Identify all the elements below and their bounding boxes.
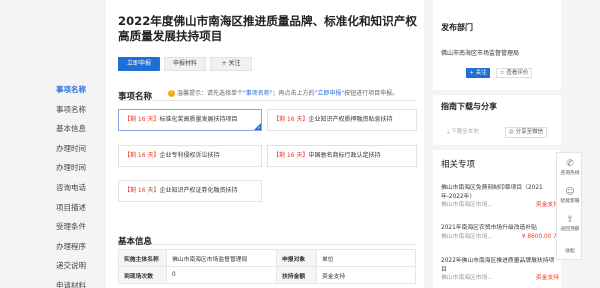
item-days-left: 【剩 16 天】 — [273, 116, 309, 123]
info-value: 0 — [166, 266, 277, 284]
back-to-top-button[interactable]: ⇧ 返回顶部 — [557, 215, 583, 232]
related-dept: 佛山市南海区市场... — [441, 275, 493, 281]
item-title: 企业知识产权质押融资贴息扶持 — [308, 116, 393, 123]
share-label: 分享至微信 — [515, 129, 544, 135]
basic-info-header: 基本信息 — [118, 229, 416, 247]
nav-item-materials[interactable]: 申请材料 — [56, 276, 102, 288]
dept-heading: 发布部门 — [441, 23, 473, 32]
collapse-label: 收起 — [565, 249, 575, 254]
related-dept: 佛山市南海区市场... — [441, 202, 493, 208]
view-evaluation-button[interactable]: ☆ 查看评价 — [496, 68, 532, 78]
related-heading: 相关专项 — [441, 160, 476, 170]
nav-item-project-desc[interactable]: 项目描述 — [56, 198, 102, 218]
share-wechat-button[interactable]: ◎ 分享至微信 — [505, 127, 548, 138]
consult-label: 咨询热线 — [560, 171, 580, 176]
nav-item-basic-info[interactable]: 基本信息 — [56, 119, 102, 139]
ai-label: 智能客服 — [560, 199, 580, 204]
top-label: 返回顶部 — [560, 227, 580, 232]
nav-item-conditions[interactable]: 受理条件 — [56, 217, 102, 237]
info-key: 扶持金额 — [276, 266, 317, 284]
nav-item-handle-time-2[interactable]: 办理时间 — [56, 158, 102, 178]
item-title: 中国驰名商标行政认定扶持 — [308, 152, 381, 159]
tip-link-apply: "立即申报" — [314, 90, 345, 97]
download-label: 下载至本地 — [451, 129, 479, 135]
floating-toolbar: ✆ 咨询热线 ☺ 智能客服 ⇧ 返回顶部 收起 — [556, 152, 582, 260]
consult-hotline-button[interactable]: ✆ 咨询热线 — [557, 159, 583, 176]
items-section-heading: 事项名称 — [118, 92, 153, 102]
wechat-icon: ◎ — [509, 129, 514, 135]
item-card[interactable]: 【剩 16 天】企业知识产权证券化融资扶持 — [118, 180, 262, 202]
tip-text: ! 温馨提示：请先选择单个"事项名称"；再点击上方的"立即申报"按钮进行项目申报。 — [168, 88, 398, 97]
item-card[interactable]: 【剩 16 天】企业知识产权质押融资贴息扶持 — [267, 109, 417, 131]
info-value: 佛山市南海区市场监督管理局 — [166, 249, 277, 267]
dept-name[interactable]: 佛山市南海区市场监督管理局 — [441, 48, 519, 57]
collapse-button[interactable]: 收起 — [557, 247, 583, 254]
dept-card: 发布部门 佛山市南海区市场监督管理局 + 关注 ☆ 查看评价 — [433, 0, 561, 90]
download-icon: ⤓ — [447, 129, 450, 135]
tip-suffix: 按钮进行项目申报。 — [344, 90, 399, 97]
follow-button[interactable]: + 关注 — [210, 57, 252, 71]
item-card[interactable]: 【剩 16 天】企业专利侵权诉讼扶持 — [118, 145, 262, 167]
phone-icon: ✆ — [566, 159, 574, 169]
nav-item-event-name-2[interactable]: 事项名称 — [56, 100, 102, 120]
nav-item-submit-note[interactable]: 递交说明 — [56, 256, 102, 276]
related-dept: 佛山市南海区市场... — [441, 233, 493, 240]
related-item[interactable]: 2021年南海区农贸市场升级改造补贴 佛山市南海区市场... ¥ 8600.00 … — [441, 224, 559, 241]
nav-item-handle-time[interactable]: 办理时间 — [56, 139, 102, 159]
related-title: 佛山市南海区免费刻制印章项目（2021年-2022年） — [441, 185, 543, 200]
nav-item-event-name[interactable]: 事项名称 — [56, 80, 102, 100]
nav-item-procedure[interactable]: 办理程序 — [56, 237, 102, 257]
info-key: 实施主体名称 — [118, 249, 167, 267]
tip-prefix: 温馨提示：请先选择单个 — [177, 90, 244, 97]
ai-service-button[interactable]: ☺ 智能客服 — [557, 187, 583, 204]
check-icon: ✓ — [257, 126, 261, 131]
item-card[interactable]: 【剩 16 天】标准化奖高质量发展扶持项目 ✓ — [118, 109, 262, 131]
item-days-left: 【剩 16 天】 — [124, 116, 160, 123]
info-key: 到现场次数 — [118, 266, 167, 284]
nav-item-consult-phone[interactable]: 咨询电话 — [56, 178, 102, 198]
related-item[interactable]: 2022年佛山市南海区推进质量品牌展扶持项目 佛山市南海区市场... 资金支持 — [441, 257, 559, 283]
item-title: 企业知识产权证券化融资扶持 — [159, 187, 238, 194]
info-value: 单位 — [316, 249, 416, 267]
robot-icon: ☺ — [565, 187, 575, 197]
tip-link-event: "事项名称" — [243, 90, 273, 97]
apply-now-button[interactable]: 立即申报 — [118, 57, 160, 71]
info-key: 申报对象 — [276, 249, 317, 267]
materials-button[interactable]: 申报材料 — [164, 57, 206, 71]
related-title: 2021年南海区农贸市场升级改造补贴 — [441, 225, 537, 231]
table-row: 到现场次数 0 扶持金额 资金支持 — [118, 266, 416, 284]
item-days-left: 【剩 16 天】 — [124, 187, 160, 194]
related-item[interactable]: 佛山市南海区免费刻制印章项目（2021年-2022年） 佛山市南海区市场... 资… — [441, 184, 559, 210]
basic-info-table: 实施主体名称 佛山市南海区市场监督管理局 申报对象 单位 到现场次数 0 扶持金… — [118, 249, 416, 284]
page-title: 2022年度佛山市南海区推进质量品牌、标准化和知识产权高质量发展扶持项目 — [118, 14, 417, 43]
share-heading: 指南下载与分享 — [441, 102, 497, 111]
tip-mid: ；再点击上方的 — [272, 90, 315, 97]
item-title: 标准化奖高质量发展扶持项目 — [159, 116, 238, 123]
related-money: ¥ 8600.00 万 — [521, 233, 559, 240]
warning-icon: ! — [168, 90, 175, 97]
download-button[interactable]: ⤓ 下载至本地 — [447, 127, 479, 136]
info-value: 资金支持 — [316, 266, 416, 284]
table-row: 实施主体名称 佛山市南海区市场监督管理局 申报对象 单位 — [118, 249, 416, 267]
left-anchor-nav: 事项名称 事项名称 基本信息 办理时间 办理时间 咨询电话 项目描述 受理条件 … — [56, 80, 102, 288]
item-card[interactable]: 【剩 16 天】中国驰名商标行政认定扶持 — [267, 145, 417, 167]
dept-follow-button[interactable]: + 关注 — [466, 68, 490, 78]
basic-info-heading: 基本信息 — [118, 237, 153, 247]
related-title: 2022年佛山市南海区推进质量品牌展扶持项目 — [441, 258, 555, 273]
related-money: 资金支持 — [535, 275, 559, 281]
item-days-left: 【剩 16 天】 — [273, 152, 309, 159]
arrow-up-icon: ⇧ — [566, 215, 574, 225]
item-title: 企业专利侵权诉讼扶持 — [159, 152, 220, 159]
item-days-left: 【剩 16 天】 — [124, 152, 160, 159]
